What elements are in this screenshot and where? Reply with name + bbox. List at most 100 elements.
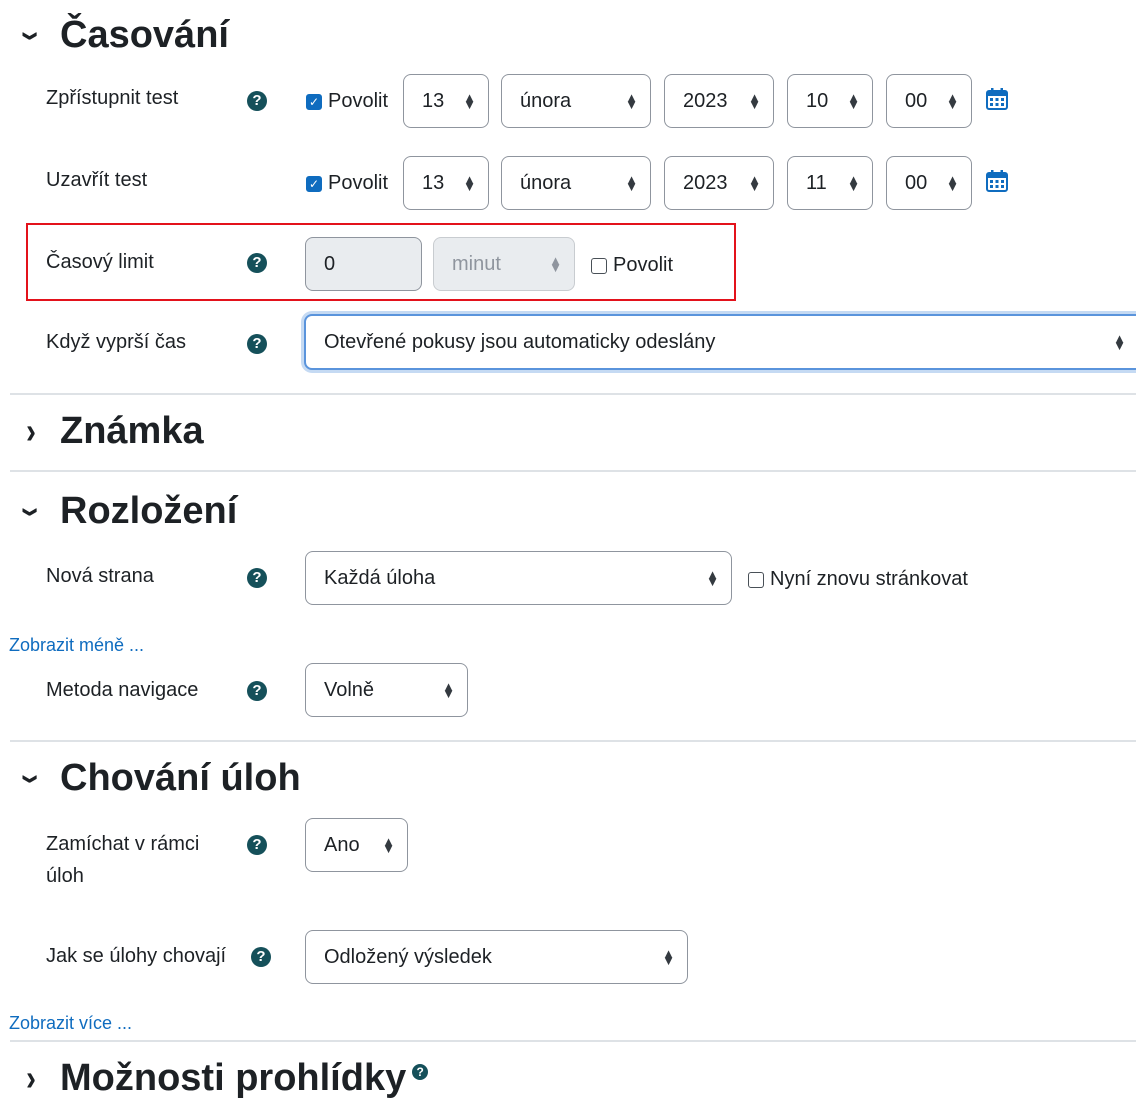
how-behave-select[interactable]: Odložený výsledek ▲ ▼	[305, 930, 688, 984]
section-title: Časování	[60, 14, 229, 56]
select-arrows-icon: ▲ ▼	[549, 253, 562, 275]
select-arrows-icon: ▲ ▼	[463, 90, 476, 112]
select-value: 2023	[683, 171, 728, 194]
checkbox-unchecked-icon[interactable]	[591, 257, 607, 274]
section-header-review[interactable]: › Možnosti prohlídky ?	[26, 1057, 429, 1100]
select-arrows-icon: ▲ ▼	[946, 90, 959, 112]
open-enable-checkbox[interactable]: ✓ Povolit	[306, 90, 388, 113]
question-circle-icon[interactable]: ?	[247, 334, 267, 354]
checkbox-unchecked-icon[interactable]	[748, 571, 764, 588]
question-circle-icon[interactable]: ?	[251, 947, 271, 967]
select-value: Ano	[324, 833, 360, 856]
checkbox-label: Povolit	[328, 90, 389, 112]
open-month-select[interactable]: února ▲ ▼	[501, 74, 651, 128]
section-header-grade[interactable]: › Známka	[26, 410, 204, 453]
select-value: února	[520, 171, 572, 194]
close-month-select[interactable]: února ▲ ▼	[501, 156, 651, 210]
chevron-down-icon: ›	[11, 506, 52, 517]
select-value: 00	[905, 171, 928, 194]
when-expires-select[interactable]: Otevřené pokusy jsou automaticky odeslán…	[304, 314, 1136, 370]
time-limit-label: Časový limit	[46, 251, 154, 273]
shuffle-select[interactable]: Ano ▲ ▼	[305, 818, 408, 872]
calendar-icon[interactable]	[986, 88, 1008, 110]
close-test-label: Uzavřít test	[46, 169, 148, 191]
section-title: Známka	[60, 410, 204, 452]
repaginate-checkbox[interactable]: Nyní znovu stránkovat	[748, 568, 968, 591]
question-circle-icon[interactable]: ?	[247, 835, 267, 855]
close-year-select[interactable]: 2023 ▲ ▼	[664, 156, 774, 210]
close-enable-checkbox[interactable]: ✓ Povolit	[306, 172, 388, 195]
select-arrows-icon: ▲ ▼	[748, 172, 761, 194]
select-value: 13	[422, 89, 445, 112]
question-circle-icon[interactable]: ?	[247, 253, 267, 273]
section-title: Možnosti prohlídky	[60, 1057, 407, 1099]
select-arrows-icon: ▲ ▼	[1113, 331, 1126, 353]
section-divider	[10, 393, 1136, 395]
new-page-select[interactable]: Každá úloha ▲ ▼	[305, 551, 732, 605]
open-minute-select[interactable]: 00 ▲ ▼	[886, 74, 972, 128]
question-circle-icon[interactable]: ?	[247, 568, 267, 588]
chevron-right-icon: ›	[26, 1058, 36, 1098]
select-value: Volně	[324, 678, 375, 701]
checkbox-checked-icon[interactable]: ✓	[306, 93, 322, 110]
nav-method-select[interactable]: Volně ▲ ▼	[305, 663, 468, 717]
chevron-right-icon: ›	[26, 411, 36, 451]
select-arrows-icon: ▲ ▼	[625, 172, 638, 194]
section-header-layout[interactable]: › Rozložení	[12, 490, 238, 533]
section-divider	[10, 740, 1136, 742]
section-divider	[10, 470, 1136, 472]
close-hour-select[interactable]: 11 ▲ ▼	[787, 156, 873, 210]
time-limit-unit-select[interactable]: minut ▲ ▼	[433, 237, 575, 291]
show-less-link[interactable]: Zobrazit méně ...	[9, 635, 144, 656]
select-value: minut	[452, 252, 501, 275]
select-value: Odložený výsledek	[324, 945, 492, 968]
close-day-select[interactable]: 13 ▲ ▼	[403, 156, 489, 210]
close-minute-select[interactable]: 00 ▲ ▼	[886, 156, 972, 210]
question-circle-icon[interactable]: ?	[412, 1063, 429, 1080]
open-test-label: Zpřístupnit test	[46, 87, 179, 109]
checkbox-label: Povolit	[328, 172, 389, 194]
chevron-down-icon: ›	[11, 30, 52, 41]
question-circle-icon[interactable]: ?	[247, 91, 267, 111]
section-header-question-behaviour[interactable]: › Chování úloh	[12, 757, 301, 800]
question-circle-icon[interactable]: ?	[247, 681, 267, 701]
section-divider	[10, 1040, 1136, 1042]
select-value: 00	[905, 89, 928, 112]
when-expires-label: Když vyprší čas	[46, 331, 187, 353]
new-page-label: Nová strana	[46, 565, 154, 587]
checkbox-label: Povolit	[613, 254, 674, 276]
open-year-select[interactable]: 2023 ▲ ▼	[664, 74, 774, 128]
select-value: 11	[806, 171, 827, 194]
show-more-link[interactable]: Zobrazit více ...	[9, 1013, 132, 1034]
select-value: Otevřené pokusy jsou automaticky odeslán…	[324, 330, 716, 353]
select-arrows-icon: ▲ ▼	[662, 946, 675, 968]
checkbox-label: Nyní znovu stránkovat	[770, 568, 968, 590]
time-limit-input[interactable]: 0	[305, 237, 422, 291]
select-value: 2023	[683, 89, 728, 112]
select-arrows-icon: ▲ ▼	[382, 834, 395, 856]
select-arrows-icon: ▲ ▼	[706, 567, 719, 589]
open-day-select[interactable]: 13 ▲ ▼	[403, 74, 489, 128]
checkbox-checked-icon[interactable]: ✓	[306, 175, 322, 192]
select-value: 10	[806, 89, 829, 112]
calendar-icon[interactable]	[986, 170, 1008, 192]
section-title: Chování úloh	[60, 757, 301, 799]
chevron-down-icon: ›	[11, 773, 52, 784]
how-behave-label: Jak se úlohy chovají	[46, 945, 227, 967]
select-arrows-icon: ▲ ▼	[442, 679, 455, 701]
time-limit-enable-checkbox[interactable]: Povolit	[591, 254, 673, 277]
select-arrows-icon: ▲ ▼	[847, 172, 860, 194]
shuffle-label-line2: úloh	[46, 865, 84, 887]
section-title: Rozložení	[60, 490, 238, 532]
select-value: Každá úloha	[324, 566, 436, 589]
input-value: 0	[324, 252, 336, 275]
select-arrows-icon: ▲ ▼	[748, 90, 761, 112]
section-header-timing[interactable]: › Časování	[12, 14, 229, 57]
select-arrows-icon: ▲ ▼	[946, 172, 959, 194]
select-arrows-icon: ▲ ▼	[847, 90, 860, 112]
open-hour-select[interactable]: 10 ▲ ▼	[787, 74, 873, 128]
select-arrows-icon: ▲ ▼	[625, 90, 638, 112]
select-value: února	[520, 89, 572, 112]
select-value: 13	[422, 171, 445, 194]
select-arrows-icon: ▲ ▼	[463, 172, 476, 194]
